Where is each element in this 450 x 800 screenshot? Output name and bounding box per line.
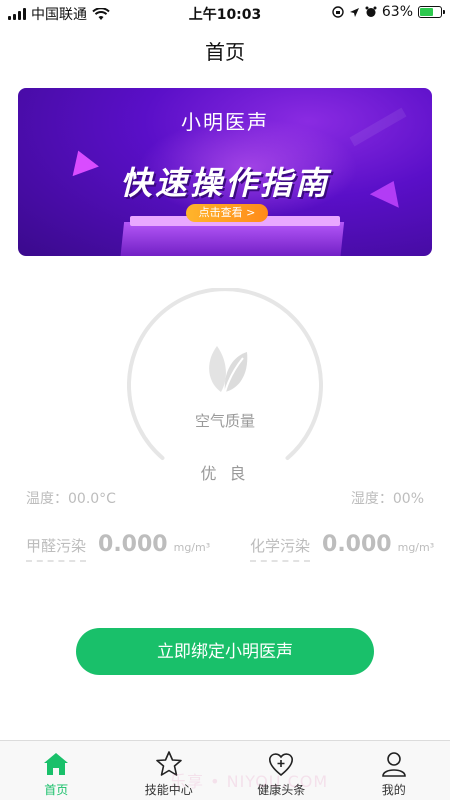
- tab-skills[interactable]: 技能中心: [113, 741, 226, 800]
- tab-label: 我的: [381, 783, 406, 797]
- tab-label: 技能中心: [144, 783, 193, 797]
- star-icon: [155, 751, 182, 776]
- air-quality-label: 空气质量: [194, 412, 255, 430]
- chemical-metric: 化学污染 0.000 mg/m³: [250, 532, 434, 562]
- status-bar: 中国联通 上午10:03 63%: [0, 0, 450, 24]
- battery-percent: 63%: [381, 4, 413, 20]
- chemical-label: 化学污染: [250, 535, 311, 562]
- page-title: 首页: [205, 40, 245, 64]
- bind-device-button[interactable]: 立即绑定小明医声: [76, 628, 374, 675]
- temperature-reading: 温度：00.0°C: [26, 491, 116, 507]
- home-icon: [44, 753, 69, 775]
- guide-banner[interactable]: 小明医声 快速操作指南 点击查看 >: [18, 88, 432, 256]
- tab-bar: 首页 技能中心 健康头条 我的: [0, 740, 450, 800]
- tab-profile[interactable]: 我的: [338, 741, 450, 800]
- chemical-value: 0.000: [322, 532, 392, 557]
- tab-label: 首页: [44, 783, 69, 797]
- formaldehyde-unit: mg/m³: [173, 541, 211, 554]
- battery-icon: [418, 6, 445, 18]
- tab-label: 健康头条: [257, 783, 306, 797]
- chemical-unit: mg/m³: [397, 541, 435, 554]
- formaldehyde-label: 甲醛污染: [26, 535, 87, 562]
- tab-home[interactable]: 首页: [0, 741, 113, 800]
- alarm-icon: [365, 6, 377, 17]
- formaldehyde-value: 0.000: [98, 532, 168, 557]
- tab-health-news[interactable]: 健康头条: [225, 741, 338, 800]
- banner-subtitle: 小明医声: [181, 110, 269, 134]
- banner-view-button[interactable]: 点击查看 >: [186, 204, 268, 222]
- rotation-lock-icon: [332, 6, 344, 18]
- air-quality-value: 优 良: [200, 464, 250, 483]
- banner-stage: [119, 222, 345, 256]
- heart-plus-icon: [269, 753, 294, 777]
- humidity-reading: 湿度：00%: [350, 491, 424, 507]
- leaf-icon: [209, 346, 248, 393]
- formaldehyde-metric: 甲醛污染 0.000 mg/m³: [26, 532, 210, 562]
- banner-title: 快速操作指南: [119, 164, 330, 202]
- person-icon: [381, 752, 406, 777]
- status-right: 63%: [332, 4, 445, 20]
- location-icon: [349, 7, 359, 17]
